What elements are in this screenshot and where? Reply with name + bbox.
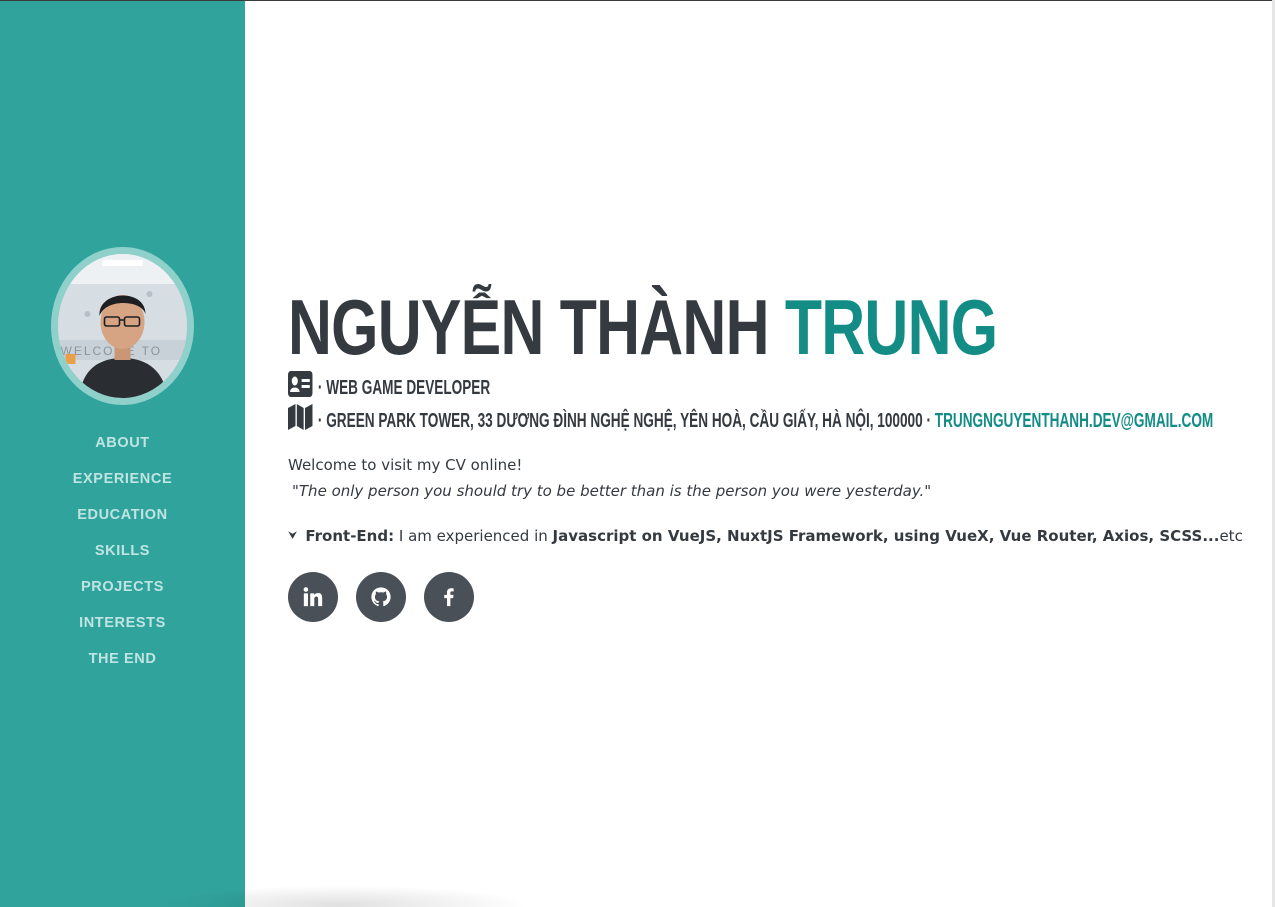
- nav-item-interests: INTERESTS: [0, 605, 245, 641]
- last-name: TRUNG: [784, 283, 998, 371]
- svg-text:WELCOME TO: WELCOME TO: [61, 344, 163, 358]
- nav-item-skills: SKILLS: [0, 533, 245, 569]
- github-icon: [371, 587, 391, 607]
- nav-item-about: ABOUT: [0, 425, 245, 461]
- full-name: NGUYỄN THÀNH TRUNG: [288, 282, 998, 372]
- role-text: · WEB GAME DEVELOPER: [317, 376, 491, 399]
- nav-link-skills[interactable]: SKILLS: [95, 543, 150, 559]
- nav-item-education: EDUCATION: [0, 497, 245, 533]
- nav-link-about[interactable]: ABOUT: [95, 435, 150, 451]
- nav-item-experience: EXPERIENCE: [0, 461, 245, 497]
- quote-text: "The only person you should try to be be…: [292, 482, 932, 500]
- nav-link-education[interactable]: EDUCATION: [77, 507, 168, 523]
- chevron-down-icon: ⮟: [288, 529, 298, 542]
- email-link[interactable]: TRUNGNGUYENTHANH.DEV@GMAIL.COM: [935, 408, 1213, 434]
- nav-item-projects: PROJECTS: [0, 569, 245, 605]
- social-links: [288, 572, 492, 622]
- skill-intro: I am experienced in: [398, 527, 548, 545]
- skill-tail: etc: [1219, 527, 1243, 545]
- skill-label: Front-End:: [305, 527, 395, 545]
- nav-link-projects[interactable]: PROJECTS: [81, 579, 164, 595]
- nav-link-experience[interactable]: EXPERIENCE: [73, 471, 172, 487]
- nav-link-interests[interactable]: INTERESTS: [79, 615, 166, 631]
- address-text: · GREEN PARK TOWER, 33 DƯƠNG ĐÌNH NGHỆ N…: [317, 409, 932, 432]
- first-name: NGUYỄN THÀNH: [288, 283, 770, 371]
- contact-line: · GREEN PARK TOWER, 33 DƯƠNG ĐÌNH NGHỆ N…: [288, 404, 1213, 437]
- github-button[interactable]: [356, 572, 406, 622]
- map-icon: [288, 404, 313, 437]
- avatar-frame: WELCOME TO: [51, 247, 194, 405]
- skill-stack: Javascript on VueJS, NuxtJS Framework, u…: [552, 527, 1220, 545]
- nav-link-the-end[interactable]: THE END: [89, 651, 157, 667]
- skill-summary: ⮟ Front-End: I am experienced in Javascr…: [288, 527, 1243, 545]
- nav-item-the-end: THE END: [0, 641, 245, 677]
- role-line: · WEB GAME DEVELOPER: [288, 371, 490, 404]
- linkedin-button[interactable]: [288, 572, 338, 622]
- welcome-text: Welcome to visit my CV online!: [288, 456, 523, 474]
- avatar: WELCOME TO: [58, 254, 187, 398]
- sidebar: WELCOME TO ABOUT EXPERIENCE EDUCATION SK…: [0, 1, 245, 907]
- facebook-button[interactable]: [424, 572, 474, 622]
- facebook-icon: [444, 588, 454, 607]
- linkedin-icon: [303, 587, 323, 607]
- id-card-icon: [288, 371, 313, 404]
- sidebar-nav: ABOUT EXPERIENCE EDUCATION SKILLS PROJEC…: [0, 425, 245, 677]
- avatar-photo: WELCOME TO: [58, 254, 187, 398]
